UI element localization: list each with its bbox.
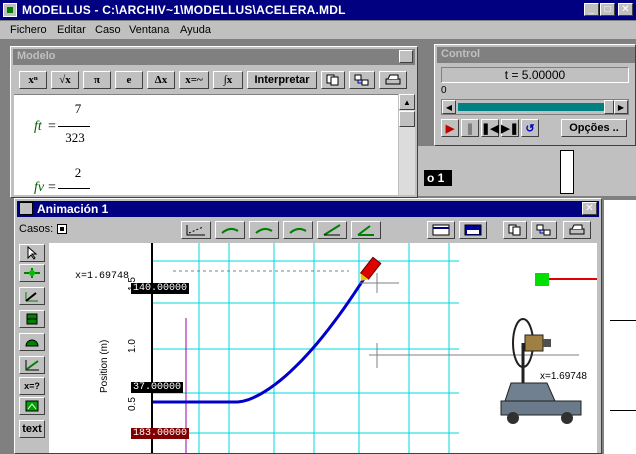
equation-editor[interactable]: ft = 7 323 fv = 2: [14, 94, 398, 195]
slider-fill: [458, 103, 604, 111]
control-window: Control t = 5.00000 0 ◀ ▶ ▶ ❚ ❚◀ ▶❚ ↺ Op…: [434, 44, 636, 146]
assign-button[interactable]: x=~: [179, 71, 209, 89]
sqrt-button[interactable]: √x: [51, 71, 79, 89]
back-window-title: o 1: [427, 171, 445, 185]
play-button[interactable]: ▶: [441, 119, 459, 137]
modelo-window: Modelo ✕ xⁿ √x π e Δx x=~ ∫x Interpretar…: [10, 46, 418, 198]
menu-editar[interactable]: Editar: [57, 22, 86, 38]
e-button[interactable]: e: [115, 71, 143, 89]
variable-tool[interactable]: x=?: [19, 377, 45, 395]
value-box-bottom: 183.00000: [131, 428, 190, 439]
eq2-numerator: 2: [74, 165, 82, 180]
power-button[interactable]: xⁿ: [19, 71, 47, 89]
value-box-mid: 37.00000: [131, 382, 184, 393]
time-slider[interactable]: ◀ ▶: [441, 99, 629, 115]
fan-cart-icon: [500, 318, 582, 424]
graph-tool[interactable]: [19, 356, 45, 374]
properties-button[interactable]: [427, 221, 455, 239]
modelo-scrollbar[interactable]: ▲: [399, 94, 415, 195]
value-box-top: 140.00000: [131, 283, 192, 294]
integral-button[interactable]: ∫x: [213, 71, 243, 89]
control-title: Control: [441, 48, 481, 60]
pause-button[interactable]: ❚: [461, 119, 479, 137]
menu-ayuda[interactable]: Ayuda: [180, 22, 211, 38]
casos-indicator[interactable]: [57, 224, 67, 234]
app-icon[interactable]: [3, 3, 17, 17]
anim-copy-button[interactable]: [503, 221, 527, 239]
delta-button[interactable]: Δx: [147, 71, 175, 89]
vector-tool[interactable]: [19, 287, 45, 305]
copy-button[interactable]: [321, 71, 345, 89]
image-tool[interactable]: [19, 397, 45, 415]
menu-bar: Fichero Editar Caso Ventana Ayuda: [0, 21, 636, 39]
print-button[interactable]: [379, 71, 407, 89]
x-readout-top: x=1.69748: [75, 271, 130, 282]
time-value: t = 5.00000: [504, 68, 566, 82]
scroll-up-button[interactable]: ▲: [399, 94, 415, 110]
modelo-titlebar: Modelo ✕: [13, 49, 415, 65]
casos-label: Casos:: [19, 223, 54, 235]
animation-canvas[interactable]: x=1.69748 Position (m) 1.5 1.0 0.5 140.0…: [49, 243, 597, 453]
meter-tool[interactable]: [19, 310, 45, 328]
back-window-label: o 1: [424, 170, 452, 186]
step-back-button[interactable]: ❚◀: [481, 119, 499, 137]
modelo-close-button[interactable]: ✕: [399, 50, 413, 63]
app-title: MODELLUS - C:\ARCHIV~1\MODELLUS\ACELERA.…: [22, 3, 346, 17]
back-window-scrollbar[interactable]: [560, 150, 574, 194]
pi-button[interactable]: π: [83, 71, 111, 89]
right-edge-panel: [604, 200, 636, 454]
menu-fichero[interactable]: Fichero: [10, 22, 47, 38]
control-titlebar: Control: [437, 47, 635, 63]
step-forward-button[interactable]: ▶❚: [501, 119, 519, 137]
y-axis-label: Position (m): [99, 339, 110, 393]
modelo-title: Modelo: [17, 50, 56, 62]
options-button[interactable]: Opções ..: [561, 119, 627, 137]
animacion-icon: [19, 202, 33, 215]
gauge-tool[interactable]: [19, 333, 45, 351]
scroll-thumb[interactable]: [399, 111, 415, 127]
graph-accel-button[interactable]: [249, 221, 279, 239]
menu-ventana[interactable]: Ventana: [129, 22, 169, 38]
tick-label-0-5: 0.5: [127, 397, 138, 411]
interpretar-button[interactable]: Interpretar: [247, 71, 317, 89]
graph-vector-button[interactable]: [215, 221, 245, 239]
graph-slope-button[interactable]: [317, 221, 347, 239]
text-tool[interactable]: text: [19, 420, 45, 438]
graph-table-button[interactable]: [283, 221, 313, 239]
slider-left-button[interactable]: ◀: [442, 100, 456, 114]
anim-print-button[interactable]: [563, 221, 591, 239]
slider-right-button[interactable]: ▶: [614, 100, 628, 114]
animacion-window: Animación 1 ✕ Casos: x=? text x=1.69748 …: [14, 198, 602, 454]
paste-button[interactable]: [349, 71, 375, 89]
eq1-numerator: 7: [74, 101, 82, 116]
maximize-button[interactable]: □: [600, 3, 615, 16]
animacion-title: Animación 1: [37, 202, 109, 216]
time-display: t = 5.00000: [441, 67, 629, 83]
close-button[interactable]: ✕: [618, 3, 633, 16]
tick-label-1-0: 1.0: [127, 339, 138, 353]
anim-paste-button[interactable]: [531, 221, 557, 239]
eq2-lhs: fv: [34, 180, 45, 195]
particle-tool[interactable]: [19, 264, 45, 282]
menu-caso[interactable]: Caso: [95, 22, 121, 38]
slider-thumb[interactable]: [604, 100, 614, 114]
eq1-denominator: 323: [65, 130, 85, 145]
animacion-titlebar: Animación 1 ✕: [17, 201, 599, 217]
pointer-tool[interactable]: [19, 244, 45, 262]
minimize-button[interactable]: _: [584, 3, 599, 16]
app-titlebar: MODELLUS - C:\ARCHIV~1\MODELLUS\ACELERA.…: [0, 0, 636, 20]
replay-button[interactable]: ↺: [521, 119, 539, 137]
background-button[interactable]: [459, 221, 487, 239]
animacion-close-button[interactable]: ✕: [582, 202, 597, 215]
slider-min-label: 0: [441, 85, 447, 96]
graph-xy-button[interactable]: [181, 221, 211, 239]
graph-angle-button[interactable]: [351, 221, 381, 239]
eq1-lhs: ft: [34, 119, 42, 134]
